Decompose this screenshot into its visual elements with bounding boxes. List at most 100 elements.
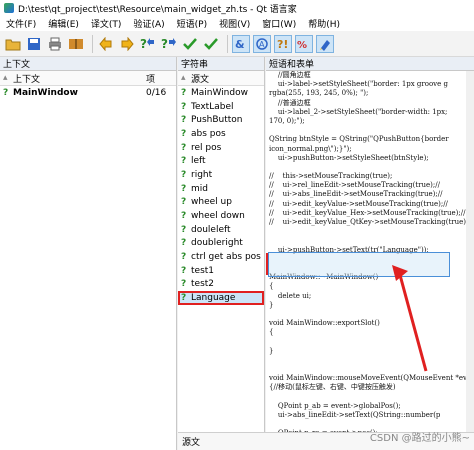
string-item[interactable]: ? TextLabel <box>178 100 264 114</box>
string-label: Language <box>191 293 236 304</box>
question-icon: ? <box>181 169 187 180</box>
check-icon[interactable] <box>181 35 199 53</box>
col-context[interactable]: ▴ 上下文 <box>0 72 142 85</box>
punctuation-icon[interactable]: ?! <box>274 34 292 53</box>
question-icon: ? <box>181 211 187 222</box>
menu-phrases[interactable]: 短语(P) <box>171 17 213 30</box>
question-icon: ? <box>181 265 187 276</box>
string-item[interactable]: ? right <box>178 168 264 182</box>
source-sort-icon: ▴ <box>181 73 186 83</box>
context-row[interactable]: ? MainWindow 0/16 <box>0 86 176 100</box>
code-line: ui->pushButton->setStyleSheet(btnStyle); <box>269 153 429 162</box>
window-title: D:\test\qt_project\test\Resource\main_wi… <box>18 4 297 15</box>
check-next-icon[interactable] <box>202 35 220 53</box>
toolbar-separator <box>227 34 228 53</box>
string-label: ctrl get abs pos <box>191 252 261 263</box>
code-line: ui->label->setStyleSheet("border: 1px gr… <box>269 80 448 89</box>
code-line: ui->abs_lineEdit->setText(QString::numbe… <box>269 410 441 419</box>
string-label: right <box>191 169 213 180</box>
strings-pane: 字符串 ▴ 源文 ? MainWindow? TextLabel? PushButto… <box>178 57 265 450</box>
place-marker-icon[interactable] <box>316 34 334 53</box>
string-item[interactable]: ? test2 <box>178 278 264 292</box>
string-label: wheel down <box>191 211 245 222</box>
svg-text:?: ? <box>161 37 168 51</box>
string-item[interactable]: ? mid <box>178 182 264 196</box>
string-item[interactable]: ? test1 <box>178 264 264 278</box>
code-line: rgba(255, 193, 245, 0%); "); <box>269 89 369 98</box>
string-item[interactable]: ? wheel up <box>178 196 264 210</box>
question-icon: ? <box>181 197 187 208</box>
string-item[interactable]: ? ctrl get abs pos <box>178 250 264 264</box>
svg-text:&: & <box>235 38 245 51</box>
context-pane-title: 上下文 <box>0 57 176 71</box>
print-icon[interactable] <box>46 35 64 53</box>
phrases-and-forms-pane: 短语和表单 //圆角边框 ui->label->setStyleSheet("b… <box>266 57 474 450</box>
string-label: TextLabel <box>191 101 234 112</box>
code-line: //圆角边框 <box>269 71 311 79</box>
red-arrow-icon <box>392 265 428 372</box>
question-icon: ? <box>181 252 187 263</box>
source-column-header[interactable]: ▴ 源文 <box>178 71 264 86</box>
string-item[interactable]: ? douleleft <box>178 223 264 237</box>
code-line: // ui->rel_lineEdit->setMouseTracking(tr… <box>269 181 440 190</box>
code-line: //普通边框 <box>269 98 311 107</box>
menu-bar: 文件(F) 编辑(E) 译文(T) 验证(A) 短语(P) 视图(V) 窗口(W… <box>0 16 474 31</box>
book-icon[interactable] <box>67 35 85 53</box>
question-icon: ? <box>181 128 187 139</box>
vertical-scrollbar[interactable] <box>466 71 474 439</box>
question-icon: ? <box>181 115 187 126</box>
menu-window[interactable]: 窗口(W) <box>256 17 302 30</box>
code-line: // ui->abs_lineEdit->setMouseTracking(tr… <box>269 190 443 199</box>
menu-validation[interactable]: 验证(A) <box>127 17 170 30</box>
question-icon: ? <box>181 142 187 153</box>
phrase-icon[interactable]: A <box>253 34 271 53</box>
string-label: left <box>191 156 206 167</box>
menu-edit[interactable]: 编辑(E) <box>42 17 85 30</box>
string-item[interactable]: ? wheel down <box>178 209 264 223</box>
string-item[interactable]: ? abs pos <box>178 127 264 141</box>
menu-help[interactable]: 帮助(H) <box>302 17 346 30</box>
string-item[interactable]: ? MainWindow <box>178 86 264 100</box>
string-item[interactable]: ? PushButton <box>178 113 264 127</box>
question-icon: ? <box>181 101 187 112</box>
context-count: 0/16 <box>146 88 167 98</box>
col-count[interactable]: 项 <box>142 72 176 85</box>
string-label: wheel up <box>191 197 232 208</box>
question-icon: ? <box>181 238 187 249</box>
string-item[interactable]: ? left <box>178 154 264 168</box>
open-icon[interactable] <box>4 35 22 53</box>
svg-text:A: A <box>259 40 265 49</box>
menu-view[interactable]: 视图(V) <box>213 17 256 30</box>
code-line: // ui->edit_keyValue_QtKey->setMouseTrac… <box>269 218 467 226</box>
menu-file[interactable]: 文件(F) <box>0 17 42 30</box>
question-icon: ? <box>181 87 187 98</box>
arrow-left-icon[interactable] <box>97 35 115 53</box>
code-line: QPoint p_ab = event->globalPos(); <box>269 401 401 410</box>
question-icon: ? <box>181 156 187 167</box>
string-label: doubleright <box>191 238 243 249</box>
arrow-right-icon[interactable] <box>118 35 136 53</box>
string-label: abs pos <box>191 128 226 139</box>
question-arrow-icon[interactable]: ? <box>139 35 157 53</box>
save-icon[interactable] <box>25 35 43 53</box>
string-label: MainWindow <box>191 87 248 98</box>
phrase-match-icon[interactable]: % <box>295 34 313 53</box>
string-item[interactable]: ? Language <box>178 291 264 305</box>
code-line: 170, 0);"); <box>269 116 305 125</box>
highlight-marker <box>266 253 268 275</box>
question-icon: ? <box>3 88 9 98</box>
code-view[interactable]: //圆角边框 ui->label->setStyleSheet("border:… <box>266 71 474 439</box>
string-item[interactable]: ? rel pos <box>178 141 264 155</box>
code-line: // ui->edit_keyValue->setMouseTracking(t… <box>269 199 448 208</box>
context-sort-icon: ▴ <box>3 73 8 83</box>
string-label: rel pos <box>191 142 222 153</box>
question-arrow-next-icon[interactable]: ? <box>160 35 178 53</box>
menu-translation[interactable]: 译文(T) <box>85 17 128 30</box>
string-item[interactable]: ? doubleright <box>178 237 264 251</box>
accelerator-icon[interactable]: & <box>232 34 250 53</box>
